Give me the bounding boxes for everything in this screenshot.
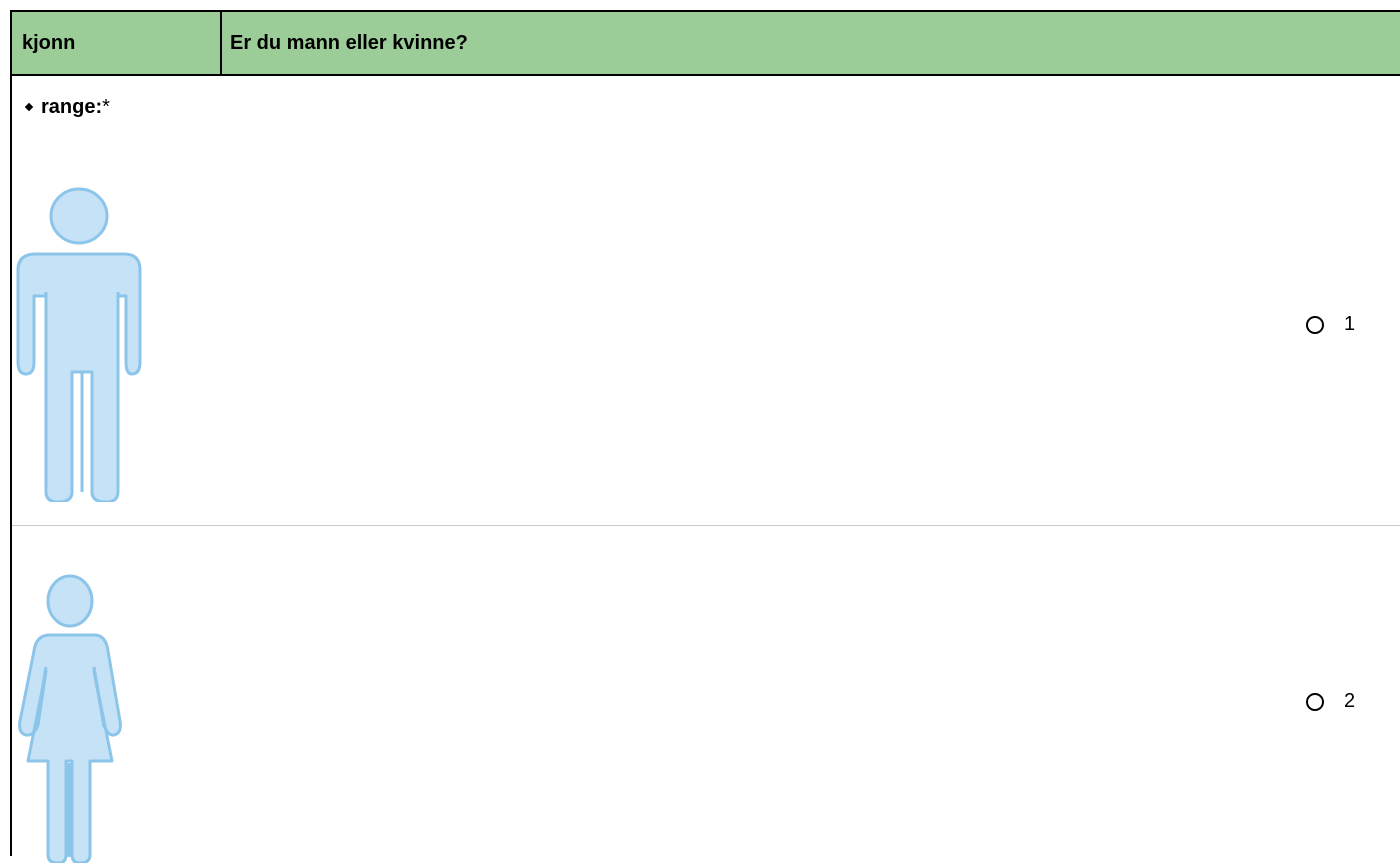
- radio-button-2[interactable]: [1306, 692, 1324, 711]
- female-figure-icon: [18, 574, 122, 863]
- required-marker: *: [102, 96, 110, 118]
- option-value-1: 1: [1344, 313, 1356, 335]
- range-label-line: range: *: [24, 96, 110, 119]
- answer-option-2[interactable]: 2: [1306, 690, 1355, 713]
- question-text: Er du mann eller kvinne?: [230, 31, 468, 54]
- option-value-2: 2: [1344, 690, 1356, 712]
- diamond-bullet-icon: [24, 102, 34, 111]
- question-header: kjonn Er du mann eller kvinne?: [12, 12, 1400, 76]
- question-table: kjonn Er du mann eller kvinne? 1 2 range…: [10, 10, 1400, 863]
- range-label: range:: [41, 96, 103, 118]
- radio-button-1[interactable]: [1306, 315, 1324, 334]
- answer-option-1[interactable]: 1: [1306, 313, 1355, 336]
- answer-option-row: 1: [12, 76, 1400, 526]
- variable-name: kjonn: [12, 12, 222, 74]
- answer-option-row: 2: [12, 527, 1400, 863]
- male-figure-icon: [16, 187, 142, 502]
